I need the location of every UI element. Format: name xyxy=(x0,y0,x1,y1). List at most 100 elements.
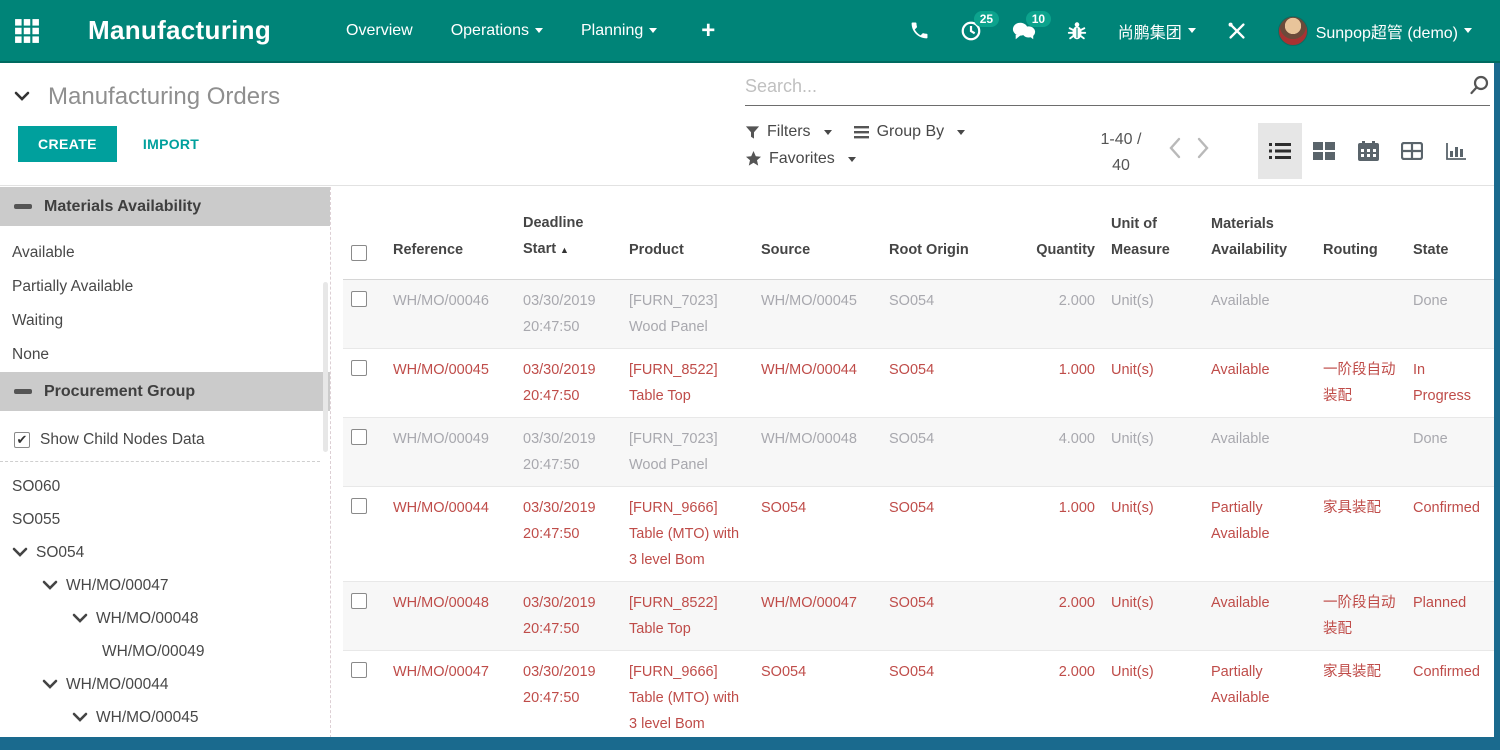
cell-reference: WH/MO/00046 xyxy=(385,280,515,348)
list-icon xyxy=(1269,142,1291,160)
tree-node[interactable]: WH/MO/00047 xyxy=(0,569,330,602)
row-checkbox[interactable] xyxy=(343,349,385,417)
bug-icon[interactable] xyxy=(1066,20,1088,42)
search-icon[interactable] xyxy=(1468,75,1490,97)
filters-menu[interactable]: Filters xyxy=(745,123,832,141)
chevron-down-icon xyxy=(42,679,58,690)
tree-node-label: SO054 xyxy=(36,544,84,562)
window-edge-right xyxy=(1494,63,1500,750)
column-header-uom[interactable]: Unit of Measure xyxy=(1103,203,1203,279)
tree-node-label: SO055 xyxy=(12,511,60,529)
column-header-deadline-start[interactable]: Deadline Start▲ xyxy=(515,202,621,279)
messages-icon[interactable]: 10 xyxy=(1012,20,1036,42)
pager-next-button[interactable] xyxy=(1196,137,1210,164)
cell-root-origin: SO054 xyxy=(881,487,1007,581)
cell-product: [FURN_9666] Table (MTO) with 3 level Bom xyxy=(621,487,753,581)
table-row[interactable]: WH/MO/00046 03/30/2019 20:47:50 [FURN_70… xyxy=(343,280,1494,349)
cell-uom: Unit(s) xyxy=(1103,651,1203,738)
filter-icon xyxy=(745,125,760,140)
add-menu-button[interactable]: + xyxy=(701,17,715,45)
menu-overview[interactable]: Overview xyxy=(346,22,413,40)
cell-source: WH/MO/00048 xyxy=(753,418,881,486)
column-header-state[interactable]: State xyxy=(1405,229,1494,279)
cell-source: SO054 xyxy=(753,651,881,738)
tree-node[interactable]: WH/MO/00045 xyxy=(0,701,330,734)
chevron-down-icon xyxy=(72,712,88,723)
cell-routing: 一阶段自动装配 xyxy=(1315,582,1405,650)
cell-uom: Unit(s) xyxy=(1103,582,1203,650)
cell-materials-availability: Available xyxy=(1203,582,1315,650)
user-menu[interactable]: Sunpop超管 (demo) xyxy=(1278,16,1472,46)
kanban-view-button[interactable] xyxy=(1302,123,1346,179)
tree-node[interactable]: WH/MO/00044 xyxy=(0,668,330,701)
column-header-quantity[interactable]: Quantity xyxy=(1007,229,1103,279)
tree-node[interactable]: WH/MO/00049 xyxy=(0,635,330,668)
group-by-menu[interactable]: Group By xyxy=(854,123,966,141)
company-switcher[interactable]: 尚鹏集团 xyxy=(1118,19,1196,43)
filter-item[interactable]: Available xyxy=(0,236,330,270)
cell-quantity: 2.000 xyxy=(1007,582,1103,650)
pivot-view-button[interactable] xyxy=(1390,123,1434,179)
cell-root-origin: SO054 xyxy=(881,280,1007,348)
menu-operations[interactable]: Operations xyxy=(451,22,543,40)
tree-node-label: WH/MO/00049 xyxy=(102,643,205,661)
show-child-nodes-checkbox[interactable]: ✔Show Child Nodes Data xyxy=(0,421,320,462)
filter-item[interactable]: Partially Available xyxy=(0,270,330,304)
column-header-reference[interactable]: Reference xyxy=(385,229,515,279)
select-all-checkbox[interactable] xyxy=(343,234,385,279)
phone-icon[interactable] xyxy=(909,20,930,41)
cell-state: Confirmed xyxy=(1405,651,1494,738)
app-title[interactable]: Manufacturing xyxy=(88,15,271,46)
pager-previous-button[interactable] xyxy=(1168,137,1182,164)
tree-node-label: WH/MO/00044 xyxy=(66,676,169,694)
row-checkbox[interactable] xyxy=(343,582,385,650)
table-row[interactable]: WH/MO/00044 03/30/2019 20:47:50 [FURN_96… xyxy=(343,487,1494,582)
page-title: Manufacturing Orders xyxy=(48,83,280,111)
cell-deadline-start: 03/30/2019 20:47:50 xyxy=(515,582,621,650)
cell-source: SO054 xyxy=(753,487,881,581)
tools-icon[interactable] xyxy=(1226,20,1248,42)
row-checkbox[interactable] xyxy=(343,418,385,486)
graph-view-button[interactable] xyxy=(1434,123,1478,179)
cell-state: Confirmed xyxy=(1405,487,1494,581)
apps-grid-icon[interactable] xyxy=(0,0,54,62)
cell-quantity: 2.000 xyxy=(1007,651,1103,738)
column-header-product[interactable]: Product xyxy=(621,229,753,279)
tree-node[interactable]: SO054 xyxy=(0,536,330,569)
activities-clock-icon[interactable]: 25 xyxy=(960,20,982,42)
table-row[interactable]: WH/MO/00048 03/30/2019 20:47:50 [FURN_85… xyxy=(343,582,1494,651)
breadcrumb-chevron-icon[interactable] xyxy=(14,91,30,103)
chevron-down-icon xyxy=(72,613,88,624)
table-row[interactable]: WH/MO/00047 03/30/2019 20:47:50 [FURN_96… xyxy=(343,651,1494,738)
tree-node[interactable]: WH/MO/00048 xyxy=(0,602,330,635)
row-checkbox[interactable] xyxy=(343,280,385,348)
column-header-root-origin[interactable]: Root Origin xyxy=(881,229,1007,279)
create-button[interactable]: CREATE xyxy=(18,126,117,162)
cell-deadline-start: 03/30/2019 20:47:50 xyxy=(515,349,621,417)
favorites-menu[interactable]: Favorites xyxy=(745,150,856,168)
cell-reference: WH/MO/00048 xyxy=(385,582,515,650)
tree-node[interactable]: SO055 xyxy=(0,503,330,536)
table-row[interactable]: WH/MO/00049 03/30/2019 20:47:50 [FURN_70… xyxy=(343,418,1494,487)
column-header-materials-availability[interactable]: Materials Availability xyxy=(1203,203,1315,279)
calendar-view-button[interactable] xyxy=(1346,123,1390,179)
cell-root-origin: SO054 xyxy=(881,418,1007,486)
tree-node-label: WH/MO/00047 xyxy=(66,577,169,595)
table-row[interactable]: WH/MO/00045 03/30/2019 20:47:50 [FURN_85… xyxy=(343,349,1494,418)
filter-item[interactable]: None xyxy=(0,338,330,372)
sidebar-section-header[interactable]: Procurement Group xyxy=(0,372,330,411)
search-input[interactable] xyxy=(745,76,1468,97)
column-header-source[interactable]: Source xyxy=(753,229,881,279)
import-button[interactable]: IMPORT xyxy=(143,136,199,152)
tree-node[interactable]: SO060 xyxy=(0,470,330,503)
list-view-button[interactable] xyxy=(1258,123,1302,179)
column-header-routing[interactable]: Routing xyxy=(1315,229,1405,279)
breadcrumb: Manufacturing Orders xyxy=(14,83,280,111)
menu-planning[interactable]: Planning xyxy=(581,22,657,40)
sidebar-scrollbar[interactable] xyxy=(323,282,328,452)
row-checkbox[interactable] xyxy=(343,651,385,738)
filter-item[interactable]: Waiting xyxy=(0,304,330,338)
row-checkbox[interactable] xyxy=(343,487,385,581)
sidebar-section-header[interactable]: Materials Availability xyxy=(0,187,330,226)
cell-quantity: 1.000 xyxy=(1007,487,1103,581)
